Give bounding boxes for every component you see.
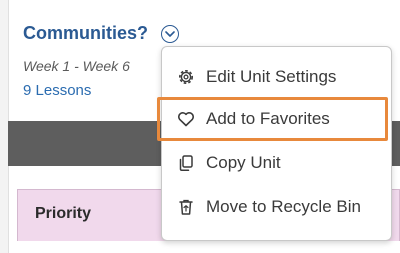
menu-item-edit-unit-settings[interactable]: Edit Unit Settings	[162, 57, 391, 97]
unit-date-range: Week 1 - Week 6	[23, 58, 130, 74]
unit-title[interactable]: Communities?	[23, 23, 148, 44]
menu-item-copy-unit[interactable]: Copy Unit	[162, 143, 391, 183]
priority-header-label: Priority	[35, 205, 92, 222]
unit-menu-toggle-button[interactable]	[161, 25, 179, 43]
copy-icon	[176, 153, 196, 173]
menu-item-move-to-recycle-bin[interactable]: Move to Recycle Bin	[162, 187, 391, 227]
recycle-bin-icon	[176, 197, 196, 217]
menu-item-label: Copy Unit	[206, 153, 281, 172]
focus-highlight	[157, 97, 388, 141]
menu-item-label: Move to Recycle Bin	[206, 197, 361, 216]
unit-context-menu: Edit Unit Settings Add to Favorites Copy…	[161, 46, 392, 241]
gear-icon	[176, 67, 196, 87]
chevron-down-icon	[165, 31, 175, 37]
unit-lessons-link[interactable]: 9 Lessons	[23, 82, 91, 99]
menu-item-label: Edit Unit Settings	[206, 67, 337, 86]
